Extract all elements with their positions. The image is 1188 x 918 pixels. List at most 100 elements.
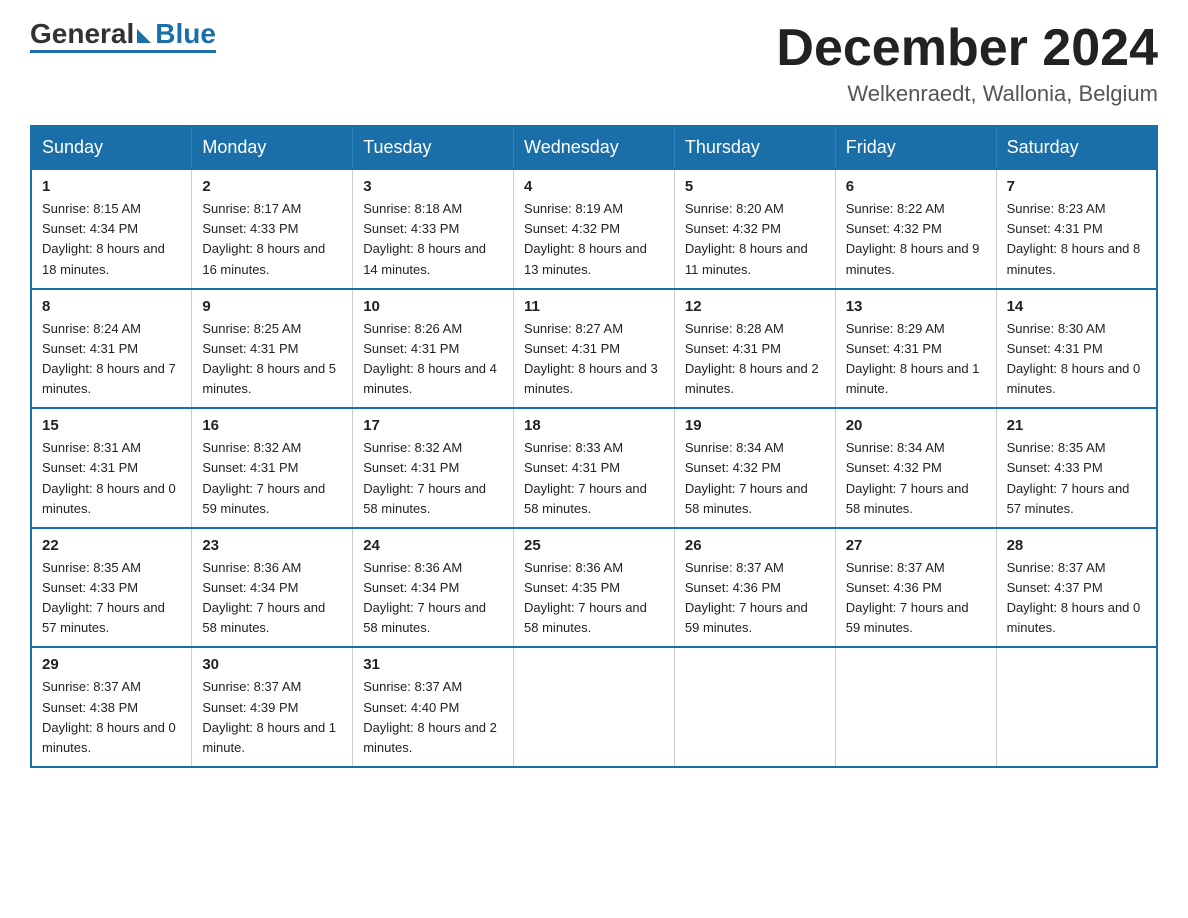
day-info: Sunrise: 8:37 AMSunset: 4:39 PMDaylight:… — [202, 677, 342, 758]
table-row: 26 Sunrise: 8:37 AMSunset: 4:36 PMDaylig… — [674, 528, 835, 648]
day-info: Sunrise: 8:32 AMSunset: 4:31 PMDaylight:… — [202, 438, 342, 519]
day-info: Sunrise: 8:29 AMSunset: 4:31 PMDaylight:… — [846, 319, 986, 400]
day-number: 18 — [524, 417, 664, 434]
day-number: 14 — [1007, 298, 1146, 315]
day-info: Sunrise: 8:37 AMSunset: 4:36 PMDaylight:… — [685, 558, 825, 639]
day-number: 26 — [685, 537, 825, 554]
day-number: 10 — [363, 298, 503, 315]
table-row: 21 Sunrise: 8:35 AMSunset: 4:33 PMDaylig… — [996, 408, 1157, 528]
table-row: 14 Sunrise: 8:30 AMSunset: 4:31 PMDaylig… — [996, 289, 1157, 409]
table-row: 6 Sunrise: 8:22 AMSunset: 4:32 PMDayligh… — [835, 169, 996, 289]
col-wednesday: Wednesday — [514, 126, 675, 169]
logo: General Blue — [30, 20, 216, 53]
table-row: 18 Sunrise: 8:33 AMSunset: 4:31 PMDaylig… — [514, 408, 675, 528]
logo-arrow-icon — [137, 29, 151, 43]
table-row — [835, 647, 996, 767]
day-number: 1 — [42, 178, 181, 195]
day-number: 31 — [363, 656, 503, 673]
table-row: 5 Sunrise: 8:20 AMSunset: 4:32 PMDayligh… — [674, 169, 835, 289]
day-info: Sunrise: 8:27 AMSunset: 4:31 PMDaylight:… — [524, 319, 664, 400]
day-info: Sunrise: 8:20 AMSunset: 4:32 PMDaylight:… — [685, 199, 825, 280]
logo-blue-text: Blue — [155, 20, 216, 48]
day-number: 27 — [846, 537, 986, 554]
day-info: Sunrise: 8:17 AMSunset: 4:33 PMDaylight:… — [202, 199, 342, 280]
day-number: 21 — [1007, 417, 1146, 434]
day-info: Sunrise: 8:24 AMSunset: 4:31 PMDaylight:… — [42, 319, 181, 400]
day-number: 4 — [524, 178, 664, 195]
day-number: 29 — [42, 656, 181, 673]
table-row: 8 Sunrise: 8:24 AMSunset: 4:31 PMDayligh… — [31, 289, 192, 409]
day-info: Sunrise: 8:37 AMSunset: 4:36 PMDaylight:… — [846, 558, 986, 639]
table-row: 16 Sunrise: 8:32 AMSunset: 4:31 PMDaylig… — [192, 408, 353, 528]
calendar-week-row: 29 Sunrise: 8:37 AMSunset: 4:38 PMDaylig… — [31, 647, 1157, 767]
day-number: 28 — [1007, 537, 1146, 554]
col-monday: Monday — [192, 126, 353, 169]
table-row: 3 Sunrise: 8:18 AMSunset: 4:33 PMDayligh… — [353, 169, 514, 289]
table-row: 1 Sunrise: 8:15 AMSunset: 4:34 PMDayligh… — [31, 169, 192, 289]
day-number: 9 — [202, 298, 342, 315]
day-number: 8 — [42, 298, 181, 315]
day-number: 11 — [524, 298, 664, 315]
table-row: 25 Sunrise: 8:36 AMSunset: 4:35 PMDaylig… — [514, 528, 675, 648]
day-number: 3 — [363, 178, 503, 195]
day-info: Sunrise: 8:36 AMSunset: 4:35 PMDaylight:… — [524, 558, 664, 639]
day-info: Sunrise: 8:32 AMSunset: 4:31 PMDaylight:… — [363, 438, 503, 519]
logo-underline — [30, 50, 216, 53]
table-row: 2 Sunrise: 8:17 AMSunset: 4:33 PMDayligh… — [192, 169, 353, 289]
day-number: 30 — [202, 656, 342, 673]
day-info: Sunrise: 8:34 AMSunset: 4:32 PMDaylight:… — [846, 438, 986, 519]
table-row: 12 Sunrise: 8:28 AMSunset: 4:31 PMDaylig… — [674, 289, 835, 409]
table-row: 23 Sunrise: 8:36 AMSunset: 4:34 PMDaylig… — [192, 528, 353, 648]
table-row: 19 Sunrise: 8:34 AMSunset: 4:32 PMDaylig… — [674, 408, 835, 528]
calendar-header-row: Sunday Monday Tuesday Wednesday Thursday… — [31, 126, 1157, 169]
table-row: 11 Sunrise: 8:27 AMSunset: 4:31 PMDaylig… — [514, 289, 675, 409]
day-number: 13 — [846, 298, 986, 315]
day-info: Sunrise: 8:18 AMSunset: 4:33 PMDaylight:… — [363, 199, 503, 280]
table-row: 4 Sunrise: 8:19 AMSunset: 4:32 PMDayligh… — [514, 169, 675, 289]
day-info: Sunrise: 8:35 AMSunset: 4:33 PMDaylight:… — [1007, 438, 1146, 519]
day-info: Sunrise: 8:22 AMSunset: 4:32 PMDaylight:… — [846, 199, 986, 280]
day-number: 23 — [202, 537, 342, 554]
day-number: 12 — [685, 298, 825, 315]
day-info: Sunrise: 8:25 AMSunset: 4:31 PMDaylight:… — [202, 319, 342, 400]
table-row: 13 Sunrise: 8:29 AMSunset: 4:31 PMDaylig… — [835, 289, 996, 409]
day-info: Sunrise: 8:23 AMSunset: 4:31 PMDaylight:… — [1007, 199, 1146, 280]
day-number: 6 — [846, 178, 986, 195]
day-number: 19 — [685, 417, 825, 434]
col-friday: Friday — [835, 126, 996, 169]
day-info: Sunrise: 8:28 AMSunset: 4:31 PMDaylight:… — [685, 319, 825, 400]
calendar-week-row: 15 Sunrise: 8:31 AMSunset: 4:31 PMDaylig… — [31, 408, 1157, 528]
day-info: Sunrise: 8:15 AMSunset: 4:34 PMDaylight:… — [42, 199, 181, 280]
day-number: 5 — [685, 178, 825, 195]
day-number: 22 — [42, 537, 181, 554]
day-info: Sunrise: 8:36 AMSunset: 4:34 PMDaylight:… — [363, 558, 503, 639]
day-number: 7 — [1007, 178, 1146, 195]
table-row: 15 Sunrise: 8:31 AMSunset: 4:31 PMDaylig… — [31, 408, 192, 528]
day-info: Sunrise: 8:26 AMSunset: 4:31 PMDaylight:… — [363, 319, 503, 400]
col-sunday: Sunday — [31, 126, 192, 169]
day-info: Sunrise: 8:37 AMSunset: 4:38 PMDaylight:… — [42, 677, 181, 758]
title-area: December 2024 Welkenraedt, Wallonia, Bel… — [776, 20, 1158, 107]
calendar-table: Sunday Monday Tuesday Wednesday Thursday… — [30, 125, 1158, 768]
month-title: December 2024 — [776, 20, 1158, 77]
day-number: 2 — [202, 178, 342, 195]
day-number: 16 — [202, 417, 342, 434]
page-header: General Blue December 2024 Welkenraedt, … — [30, 20, 1158, 107]
day-info: Sunrise: 8:34 AMSunset: 4:32 PMDaylight:… — [685, 438, 825, 519]
logo-general-text: General — [30, 20, 134, 48]
day-info: Sunrise: 8:19 AMSunset: 4:32 PMDaylight:… — [524, 199, 664, 280]
day-number: 17 — [363, 417, 503, 434]
table-row: 29 Sunrise: 8:37 AMSunset: 4:38 PMDaylig… — [31, 647, 192, 767]
day-number: 24 — [363, 537, 503, 554]
day-number: 15 — [42, 417, 181, 434]
day-info: Sunrise: 8:37 AMSunset: 4:40 PMDaylight:… — [363, 677, 503, 758]
table-row: 7 Sunrise: 8:23 AMSunset: 4:31 PMDayligh… — [996, 169, 1157, 289]
calendar-week-row: 22 Sunrise: 8:35 AMSunset: 4:33 PMDaylig… — [31, 528, 1157, 648]
calendar-week-row: 8 Sunrise: 8:24 AMSunset: 4:31 PMDayligh… — [31, 289, 1157, 409]
table-row — [674, 647, 835, 767]
table-row: 22 Sunrise: 8:35 AMSunset: 4:33 PMDaylig… — [31, 528, 192, 648]
day-info: Sunrise: 8:35 AMSunset: 4:33 PMDaylight:… — [42, 558, 181, 639]
table-row: 24 Sunrise: 8:36 AMSunset: 4:34 PMDaylig… — [353, 528, 514, 648]
day-info: Sunrise: 8:33 AMSunset: 4:31 PMDaylight:… — [524, 438, 664, 519]
table-row: 20 Sunrise: 8:34 AMSunset: 4:32 PMDaylig… — [835, 408, 996, 528]
